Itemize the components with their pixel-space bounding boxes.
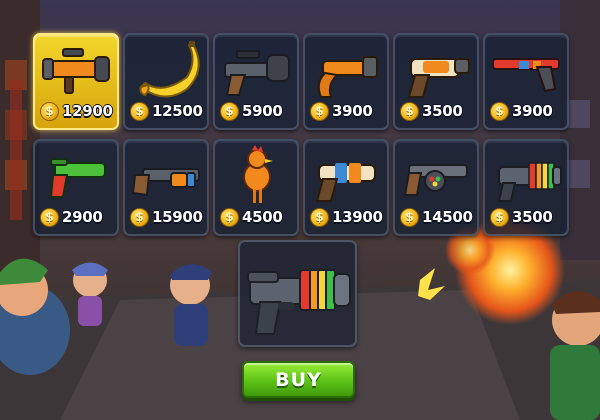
price-amount: 3900 — [512, 102, 553, 120]
coin-icon: $ — [490, 207, 509, 227]
price-amount: 3500 — [422, 102, 463, 120]
shop-item-green-blaster[interactable]: $2900 — [33, 139, 119, 236]
buy-button[interactable]: BUY — [242, 361, 355, 398]
price-tag: $3900 — [490, 100, 563, 122]
coin-icon: $ — [40, 101, 59, 121]
shop-item-rainbow-gun[interactable]: $3500 — [483, 139, 569, 236]
price-tag: $14500 — [400, 206, 473, 228]
candy-gun-icon — [403, 164, 468, 196]
price-amount: 12900 — [62, 102, 113, 120]
shop-item-orange-pistol[interactable]: $3900 — [303, 33, 389, 130]
green-blaster-icon — [49, 158, 106, 198]
shop-item-striped-rifle[interactable]: $3900 — [483, 33, 569, 130]
price-tag: $3500 — [490, 206, 563, 228]
price-tag: $3500 — [400, 100, 473, 122]
water-gun-icon — [315, 163, 376, 202]
shop-item-bazooka[interactable]: $12900 — [33, 33, 119, 130]
coin-icon: $ — [310, 101, 329, 121]
price-amount: 3500 — [512, 208, 553, 226]
price-tag: $13900 — [310, 206, 383, 228]
price-amount: 12500 — [152, 102, 203, 120]
bazooka-icon — [42, 48, 110, 94]
price-tag: $12900 — [40, 100, 113, 122]
shop-item-banana[interactable]: $12500 — [123, 33, 209, 130]
price-tag: $15900 — [130, 206, 203, 228]
rainbow-gun-icon — [497, 162, 562, 202]
shop-item-scoped-launcher[interactable]: $5900 — [213, 33, 299, 130]
price-tag: $12500 — [130, 100, 203, 122]
coin-icon: $ — [220, 101, 239, 121]
selected-weapon-preview — [238, 240, 357, 347]
coin-icon: $ — [130, 207, 149, 227]
shop-item-water-gun[interactable]: $13900 — [303, 139, 389, 236]
coin-icon: $ — [400, 207, 419, 227]
coin-icon: $ — [490, 101, 509, 121]
scoped-launcher-icon — [224, 50, 290, 96]
shop-item-wooden-shotgun[interactable]: $15900 — [123, 139, 209, 236]
price-amount: 4500 — [242, 208, 283, 226]
price-tag: $5900 — [220, 100, 293, 122]
price-amount: 15900 — [152, 208, 203, 226]
coin-icon: $ — [310, 207, 329, 227]
price-tag: $4500 — [220, 206, 293, 228]
orange-pistol-icon — [317, 56, 378, 98]
price-tag: $2900 — [40, 206, 113, 228]
price-tag: $3900 — [310, 100, 383, 122]
shop-item-cream-blaster[interactable]: $3500 — [393, 33, 479, 130]
price-amount: 5900 — [242, 102, 283, 120]
coin-icon: $ — [130, 101, 149, 121]
price-amount: 2900 — [62, 208, 103, 226]
striped-rifle-icon — [492, 58, 560, 93]
price-amount: 14500 — [422, 208, 473, 226]
shop-item-rubber-chicken[interactable]: $4500 — [213, 139, 299, 236]
cream-blaster-icon — [407, 58, 470, 98]
shop-item-candy-gun[interactable]: $14500 — [393, 139, 479, 236]
coin-icon: $ — [40, 207, 59, 227]
banana-icon — [139, 41, 200, 98]
price-amount: 13900 — [332, 208, 383, 226]
wooden-shotgun-icon — [131, 168, 200, 197]
weapon-shop-grid: $12900 $12500 $5900 $3900 $3500 $3900 $2… — [33, 33, 569, 236]
rainbow-blaster-preview-icon — [247, 269, 351, 335]
coin-icon: $ — [400, 101, 419, 121]
rubber-chicken-icon — [243, 145, 273, 203]
price-amount: 3900 — [332, 102, 373, 120]
coin-icon: $ — [220, 207, 239, 227]
